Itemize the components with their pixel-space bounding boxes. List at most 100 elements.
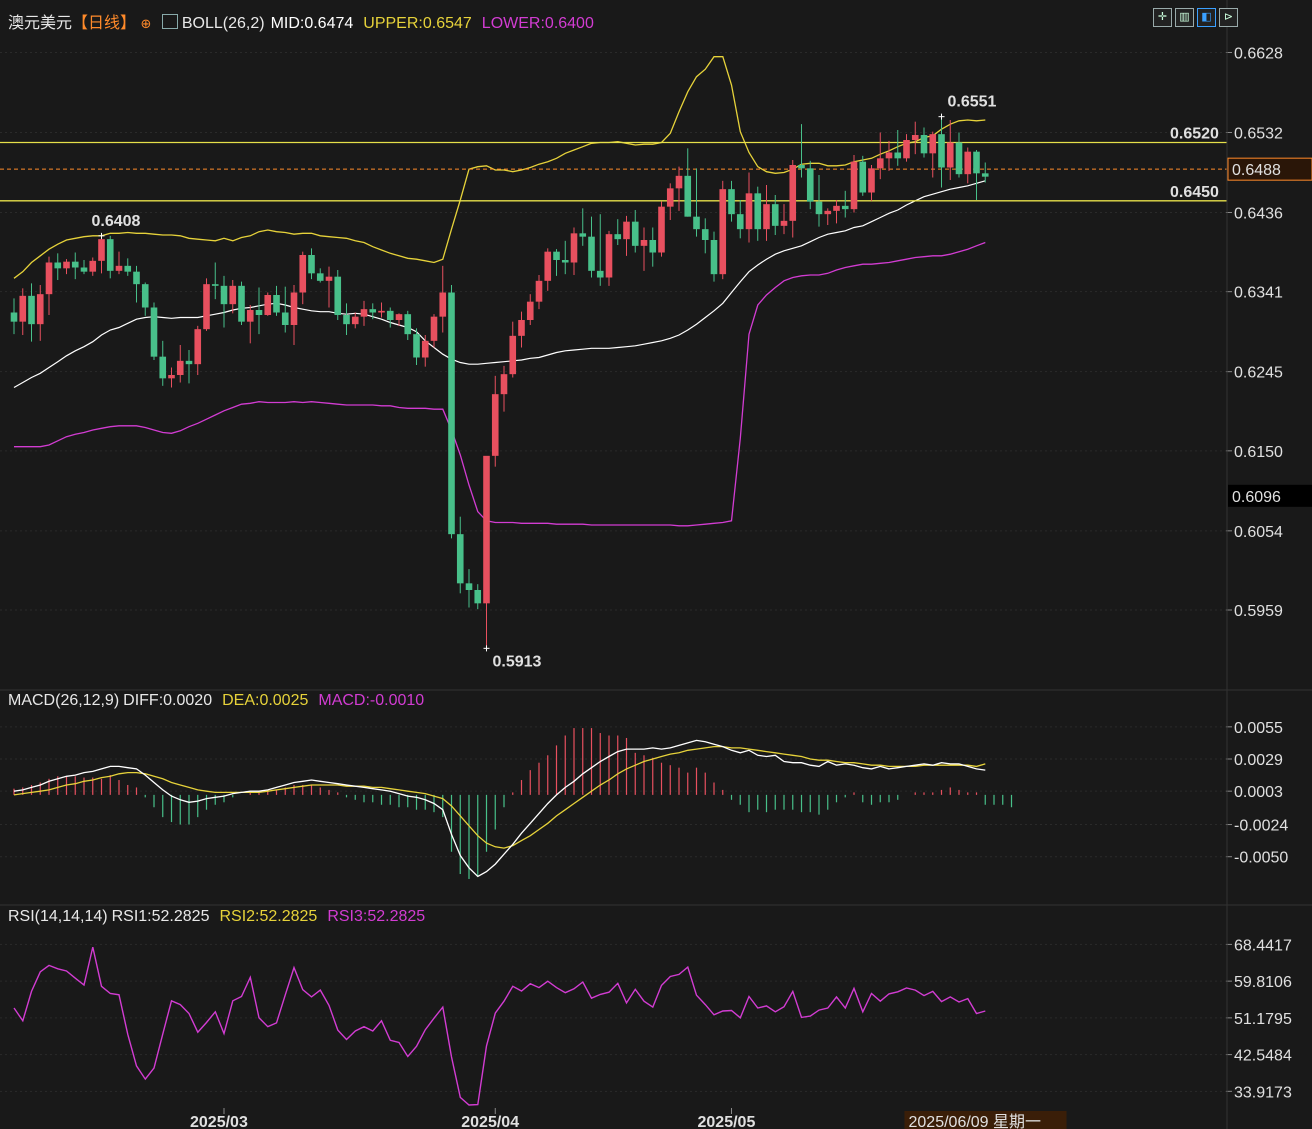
candle-body[interactable] bbox=[754, 193, 762, 230]
candle-body[interactable] bbox=[28, 295, 35, 325]
candle-body[interactable] bbox=[798, 165, 805, 169]
candle-body[interactable] bbox=[806, 168, 814, 202]
candle[interactable] bbox=[658, 201, 665, 257]
candle-body[interactable] bbox=[430, 316, 438, 341]
candle-body[interactable] bbox=[535, 280, 543, 302]
candle-body[interactable] bbox=[273, 295, 280, 313]
candle-body[interactable] bbox=[36, 294, 44, 325]
candle-body[interactable] bbox=[833, 205, 840, 211]
candle-body[interactable] bbox=[728, 189, 735, 215]
candle-body[interactable] bbox=[981, 173, 989, 177]
candle-body[interactable] bbox=[850, 161, 858, 210]
candle-body[interactable] bbox=[63, 261, 70, 269]
candle-body[interactable] bbox=[456, 534, 464, 584]
candle-body[interactable] bbox=[859, 161, 867, 193]
candle-body[interactable] bbox=[465, 583, 473, 590]
candle-body[interactable] bbox=[45, 262, 53, 295]
candle-body[interactable] bbox=[343, 315, 350, 325]
candle-body[interactable] bbox=[115, 265, 123, 271]
candle-body[interactable] bbox=[334, 276, 342, 315]
candle-body[interactable] bbox=[911, 135, 919, 140]
candle-body[interactable] bbox=[658, 206, 665, 253]
candle-body[interactable] bbox=[168, 375, 175, 379]
candle-body[interactable] bbox=[894, 152, 902, 159]
crosshair-icon[interactable]: ✛ bbox=[1153, 8, 1172, 27]
candle-body[interactable] bbox=[623, 221, 630, 240]
candle[interactable] bbox=[264, 292, 272, 316]
candle-body[interactable] bbox=[281, 312, 289, 326]
candle-body[interactable] bbox=[89, 260, 97, 272]
candle-body[interactable] bbox=[684, 175, 692, 217]
candle-body[interactable] bbox=[649, 240, 657, 253]
candle-body[interactable] bbox=[666, 188, 674, 207]
candle-body[interactable] bbox=[693, 216, 700, 230]
candle-body[interactable] bbox=[124, 265, 132, 272]
period-label[interactable]: 【日线】 bbox=[72, 15, 136, 32]
candle-body[interactable] bbox=[579, 233, 587, 237]
candle-body[interactable] bbox=[238, 285, 245, 322]
candle-body[interactable] bbox=[929, 134, 937, 154]
candle-body[interactable] bbox=[299, 255, 307, 293]
sidebar-icon[interactable]: ◧ bbox=[1197, 8, 1216, 27]
candle-body[interactable] bbox=[789, 165, 797, 221]
candle-body[interactable] bbox=[491, 394, 499, 456]
candle[interactable] bbox=[334, 270, 342, 320]
candle-body[interactable] bbox=[605, 234, 613, 278]
candle-body[interactable] bbox=[194, 329, 202, 365]
candle-body[interactable] bbox=[876, 158, 884, 169]
rsi-name[interactable]: RSI(14,14,14) bbox=[8, 908, 108, 925]
candle-body[interactable] bbox=[141, 284, 149, 308]
candle-body[interactable] bbox=[316, 273, 324, 281]
candle-body[interactable] bbox=[561, 260, 569, 263]
macd-name[interactable]: MACD(26,12,9) bbox=[8, 692, 119, 709]
candle-body[interactable] bbox=[413, 334, 420, 358]
candle-body[interactable] bbox=[553, 251, 560, 260]
candle[interactable] bbox=[150, 302, 158, 361]
candle-body[interactable] bbox=[526, 301, 534, 320]
candle-body[interactable] bbox=[395, 314, 403, 320]
candle-body[interactable] bbox=[771, 204, 779, 226]
candle-body[interactable] bbox=[631, 221, 639, 246]
candle-body[interactable] bbox=[841, 205, 849, 210]
candle-body[interactable] bbox=[500, 374, 508, 395]
candle-body[interactable] bbox=[159, 356, 167, 379]
candle-body[interactable] bbox=[290, 292, 298, 326]
candle[interactable] bbox=[203, 278, 210, 331]
candle-body[interactable] bbox=[973, 151, 980, 174]
candle-body[interactable] bbox=[920, 135, 928, 154]
candle[interactable] bbox=[859, 155, 867, 196]
candle-body[interactable] bbox=[360, 309, 368, 317]
candle[interactable] bbox=[448, 285, 455, 539]
candle-body[interactable] bbox=[211, 284, 219, 286]
candle-body[interactable] bbox=[938, 134, 945, 168]
candle-body[interactable] bbox=[176, 360, 184, 375]
symbol-name[interactable]: 澳元美元 bbox=[8, 15, 72, 32]
candle-body[interactable] bbox=[614, 234, 622, 240]
indicator-chart-icon[interactable] bbox=[161, 14, 178, 29]
candle-body[interactable] bbox=[474, 590, 482, 604]
candle-body[interactable] bbox=[106, 239, 114, 271]
candle-body[interactable] bbox=[736, 214, 744, 230]
candle-body[interactable] bbox=[80, 267, 88, 272]
candle-body[interactable] bbox=[588, 236, 595, 271]
candle-body[interactable] bbox=[815, 201, 823, 215]
candle-body[interactable] bbox=[150, 307, 158, 357]
candle-body[interactable] bbox=[763, 204, 770, 230]
candle-body[interactable] bbox=[955, 142, 963, 175]
candle-body[interactable] bbox=[421, 340, 429, 358]
candle-body[interactable] bbox=[745, 193, 753, 230]
candle-body[interactable] bbox=[255, 310, 263, 315]
candle-body[interactable] bbox=[351, 316, 359, 325]
candle-body[interactable] bbox=[378, 310, 385, 313]
candle-body[interactable] bbox=[964, 151, 972, 175]
candle-body[interactable] bbox=[369, 309, 377, 313]
candle-body[interactable] bbox=[640, 240, 648, 246]
boll-name[interactable]: BOLL(26,2) bbox=[182, 15, 265, 32]
candle-body[interactable] bbox=[220, 285, 228, 305]
candle-body[interactable] bbox=[824, 210, 832, 215]
circle-plus-icon[interactable]: ⊕ bbox=[140, 16, 151, 31]
candle-body[interactable] bbox=[325, 276, 333, 281]
layout-icon[interactable]: ▥ bbox=[1175, 8, 1194, 27]
candle-body[interactable] bbox=[308, 255, 315, 274]
chart-canvas[interactable]: 0.6520 0.6450 0.6488 0.6096 0.6628 0.6532 0.6… bbox=[0, 0, 1312, 1129]
